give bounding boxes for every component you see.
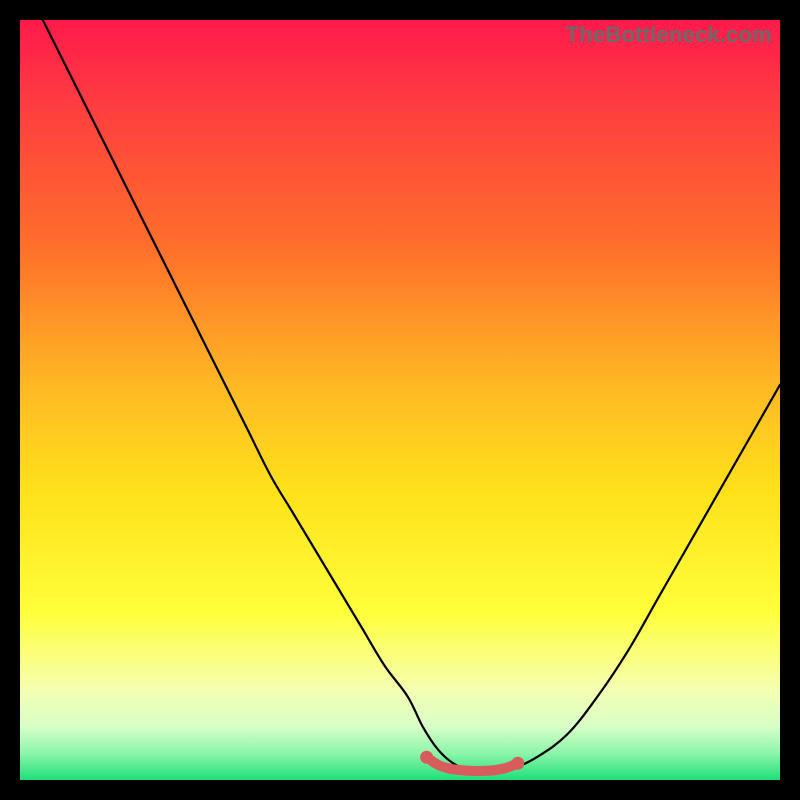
- plot-area: TheBottleneck.com: [20, 20, 780, 780]
- optimal-zone-marker: [427, 757, 518, 771]
- chart-svg: [20, 20, 780, 780]
- watermark-text: TheBottleneck.com: [566, 22, 772, 48]
- bottleneck-curve: [43, 20, 780, 771]
- chart-frame: TheBottleneck.com: [0, 0, 800, 800]
